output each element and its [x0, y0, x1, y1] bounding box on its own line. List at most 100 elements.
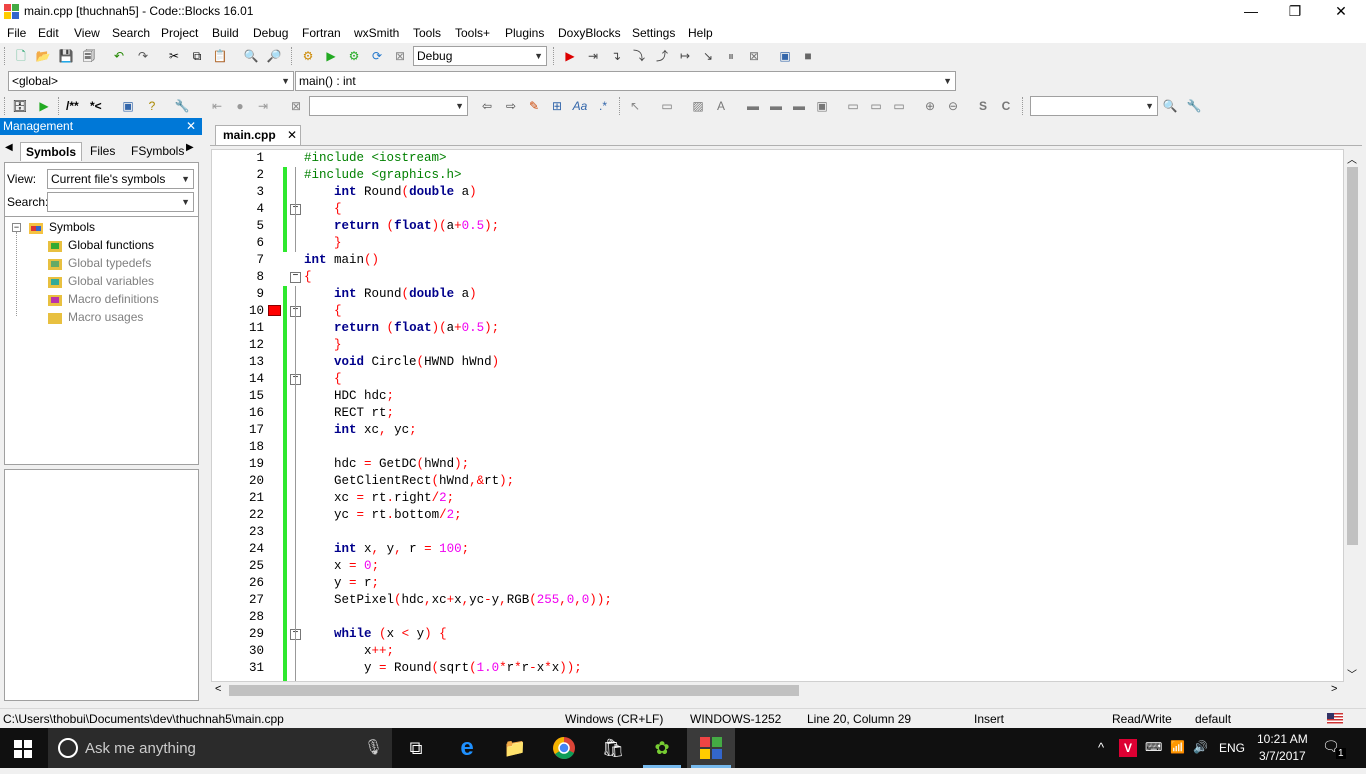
- menu-edit[interactable]: Edit: [38, 26, 59, 40]
- store-icon[interactable]: 🛍: [589, 728, 637, 768]
- menu-project[interactable]: Project: [161, 26, 198, 40]
- save-icon[interactable]: 💾: [57, 47, 75, 65]
- code-line[interactable]: 6 }: [212, 235, 1343, 252]
- zoom-out-icon[interactable]: ⊖: [944, 97, 962, 115]
- wifi-icon[interactable]: 📶: [1170, 740, 1185, 754]
- close-tab-icon[interactable]: ✕: [287, 126, 297, 144]
- menu-view[interactable]: View: [74, 26, 100, 40]
- code-line[interactable]: 12 }: [212, 337, 1343, 354]
- code-line[interactable]: 2 #include <graphics.h>: [212, 167, 1343, 184]
- menu-build[interactable]: Build: [212, 26, 239, 40]
- cortana-search-box[interactable]: Ask me anything 🎙: [48, 728, 392, 768]
- code-line[interactable]: 28: [212, 609, 1343, 626]
- edge-browser-icon[interactable]: e: [443, 728, 491, 768]
- code-line[interactable]: 13 void Circle(HWND hWnd): [212, 354, 1343, 371]
- code-line[interactable]: 11 return (float)(a+0.5);: [212, 320, 1343, 337]
- code-line[interactable]: 10− {: [212, 303, 1343, 320]
- wrench-icon[interactable]: 🔧: [173, 97, 191, 115]
- file-explorer-icon[interactable]: 📁: [491, 728, 539, 768]
- align-bottom-icon[interactable]: ▬: [790, 97, 808, 115]
- code-line[interactable]: 24 int x, y, r = 100;: [212, 541, 1343, 558]
- pause-icon[interactable]: ⏸: [722, 47, 740, 65]
- tab-files[interactable]: Files: [85, 142, 120, 161]
- scroll-up-icon[interactable]: ︿: [1347, 151, 1357, 166]
- stop-debug-icon[interactable]: ⊠: [745, 47, 763, 65]
- codeblocks-taskbar-icon[interactable]: [687, 728, 735, 768]
- incremental-search-input[interactable]: ▼: [309, 96, 468, 116]
- maximize-button[interactable]: ❐: [1272, 0, 1318, 24]
- step-out-icon[interactable]: ⤴: [653, 47, 671, 65]
- tools-icon[interactable]: 🔧: [1185, 97, 1203, 115]
- task-view-icon[interactable]: ⧉: [392, 728, 440, 768]
- code-line[interactable]: 31 y = Round(sqrt(1.0*r*r-x*x));: [212, 660, 1343, 677]
- search-icon[interactable]: 🔍: [1161, 97, 1179, 115]
- breakpoint-marker[interactable]: [268, 305, 281, 316]
- code-line[interactable]: 18: [212, 439, 1343, 456]
- debug-info-icon[interactable]: ■: [799, 47, 817, 65]
- code-line[interactable]: 16 RECT rt;: [212, 405, 1343, 422]
- code-line[interactable]: 17 int xc, yc;: [212, 422, 1343, 439]
- new-file-icon[interactable]: 🗋: [12, 47, 30, 65]
- doxy-line-comment-button[interactable]: *<: [90, 99, 102, 113]
- code-line[interactable]: 20 GetClientRect(hWnd,&rt);: [212, 473, 1343, 490]
- align-middle-icon[interactable]: ▬: [767, 97, 785, 115]
- scroll-right-icon[interactable]: >: [1331, 683, 1337, 695]
- vertical-scroll-thumb[interactable]: [1347, 167, 1358, 545]
- tree-item-global-typedefs[interactable]: Global typedefs: [68, 256, 151, 270]
- clear-search-icon[interactable]: ⊠: [287, 97, 305, 115]
- code-line[interactable]: 22 yc = rt.bottom/2;: [212, 507, 1343, 524]
- cut-icon[interactable]: ✂: [165, 47, 183, 65]
- build-and-run-icon[interactable]: ⚙: [345, 47, 363, 65]
- dialog-tool-icon[interactable]: ▭: [658, 97, 676, 115]
- code-line[interactable]: 26 y = r;: [212, 575, 1343, 592]
- input-method-icon[interactable]: ⌨: [1145, 740, 1162, 754]
- menu-search[interactable]: Search: [112, 26, 150, 40]
- abort-icon[interactable]: ⊠: [391, 47, 409, 65]
- code-line[interactable]: 14− {: [212, 371, 1343, 388]
- next-bookmark-icon[interactable]: ⇥: [254, 97, 272, 115]
- code-line[interactable]: 29− while (x < y) {: [212, 626, 1343, 643]
- tab-symbols[interactable]: Symbols: [20, 142, 83, 161]
- debug-windows-icon[interactable]: ▣: [776, 47, 794, 65]
- search-next-icon[interactable]: ⇨: [502, 97, 520, 115]
- symbol-search-input[interactable]: ▼: [1030, 96, 1158, 116]
- code-line[interactable]: 30 x++;: [212, 643, 1343, 660]
- tree-item-symbols[interactable]: Symbols: [49, 220, 95, 234]
- horizontal-scroll-thumb[interactable]: [229, 685, 799, 696]
- extract-docs-icon[interactable]: ▶: [35, 97, 53, 115]
- tab-fsymbols[interactable]: FSymbols: [126, 142, 189, 161]
- code-line[interactable]: 3 int Round(double a): [212, 184, 1343, 201]
- close-icon[interactable]: ✕: [186, 118, 196, 135]
- undo-icon[interactable]: ↶: [110, 47, 128, 65]
- next-line-icon[interactable]: ↴: [607, 47, 625, 65]
- tab-scroll-right-icon[interactable]: ▶: [186, 142, 194, 153]
- windows-start-icon[interactable]: [14, 740, 32, 758]
- menu-wxsmith[interactable]: wxSmith: [354, 26, 399, 40]
- zoom-in-icon[interactable]: ⊕: [921, 97, 939, 115]
- rebuild-icon[interactable]: ⟳: [368, 47, 386, 65]
- menu-file[interactable]: File: [7, 26, 26, 40]
- code-line[interactable]: 4− {: [212, 201, 1343, 218]
- highlight-icon[interactable]: ✎: [525, 97, 543, 115]
- image-tool-icon[interactable]: ▨: [689, 97, 707, 115]
- volume-icon[interactable]: 🔊: [1193, 740, 1208, 754]
- collapse-icon[interactable]: −: [12, 223, 21, 232]
- build-gear-icon[interactable]: ⚙: [299, 47, 317, 65]
- html-docs-icon[interactable]: ▣: [119, 97, 137, 115]
- tab-main-cpp[interactable]: main.cpp ✕: [215, 125, 301, 145]
- build-target-select[interactable]: Debug ▼: [413, 46, 547, 66]
- code-line[interactable]: 1 #include <iostream>: [212, 150, 1343, 167]
- regex-icon[interactable]: .*: [594, 97, 612, 115]
- debug-start-icon[interactable]: ▶: [561, 47, 579, 65]
- tree-item-macro-usages[interactable]: Macro usages: [68, 310, 143, 324]
- menu-tools-plus[interactable]: Tools+: [455, 26, 490, 40]
- tree-item-global-variables[interactable]: Global variables: [68, 274, 154, 288]
- code-line[interactable]: 15 HDC hdc;: [212, 388, 1343, 405]
- doxy-block-comment-button[interactable]: /**: [66, 99, 79, 113]
- menu-help[interactable]: Help: [688, 26, 713, 40]
- clock-date[interactable]: 3/7/2017: [1259, 749, 1306, 763]
- pointer-tool-icon[interactable]: ↖: [626, 97, 644, 115]
- paste-icon[interactable]: 📋: [211, 47, 229, 65]
- horizontal-scrollbar[interactable]: < >: [211, 682, 1344, 699]
- microphone-icon[interactable]: 🎙: [364, 738, 383, 756]
